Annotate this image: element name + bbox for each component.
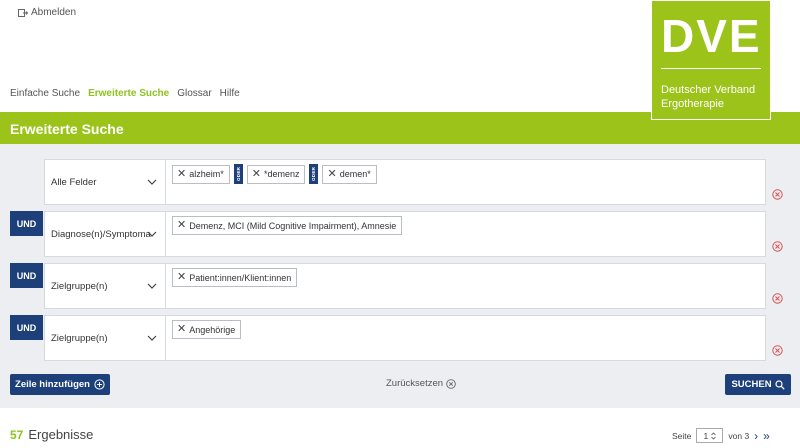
close-circle-icon [446,378,456,389]
search-tag[interactable]: ✕ Patient:innen/Klient:innen [172,268,298,287]
page-title: Erweiterte Suche [10,121,124,137]
tag-label: Angehörige [189,324,236,335]
stepper-icon [711,431,717,440]
main-nav: Einfache Suche Erweiterte Suche Glossar … [10,88,248,99]
search-tag[interactable]: ✕ demen* [322,164,377,184]
remove-row-icon[interactable] [772,241,783,252]
field-select[interactable]: Zielgruppe(n) [45,264,166,308]
nav-simple-search[interactable]: Einfache Suche [10,88,80,99]
logo-line-2: Ergotherapie [661,98,724,110]
nav-advanced-search[interactable]: Erweiterte Suche [88,88,169,99]
or-connector-badge: ODER [233,164,243,184]
close-icon[interactable]: ✕ [252,168,261,180]
results-number: 57 [10,428,24,442]
close-icon[interactable]: ✕ [177,220,186,231]
page-number-input[interactable]: 1 [696,428,724,443]
tag-label: demen* [339,169,371,179]
field-select-label: Diagnose(n)/Symptomatik [51,229,151,240]
remove-row-icon[interactable] [772,189,783,200]
tag-list: ✕ Patient:innen/Klient:innen [172,268,298,287]
search-icon [774,379,785,390]
and-operator-badge[interactable]: UND [10,211,43,236]
logout-icon [18,8,28,17]
add-row-button[interactable]: Zeile hinzufügen [10,374,110,395]
search-tag[interactable]: ✕ Demenz, MCI (Mild Cognitive Impairment)… [172,216,403,235]
remove-row-icon[interactable] [772,293,783,304]
field-select[interactable]: Alle Felder [45,160,166,204]
reset-label: Zurücksetzen [386,378,444,389]
last-page-icon[interactable]: » [763,429,770,443]
tag-label: alzheim* [189,169,224,179]
logo-divider [661,68,761,69]
query-row: Alle Felder ✕ alzheim* ODER ✕ *demenz ODER… [44,159,766,205]
nav-glossary[interactable]: Glossar [177,88,211,99]
query-row: Zielgruppe(n) ✕ Angehörige [44,315,766,361]
chevron-down-icon [147,231,157,237]
search-tag[interactable]: ✕ Angehörige [172,320,242,339]
chevron-down-icon [147,335,157,341]
chevron-down-icon [147,283,157,289]
close-icon[interactable]: ✕ [177,324,186,335]
page-total-label: von 3 [728,430,750,441]
tag-label: *demenz [263,169,300,179]
results-label: Ergebnisse [28,427,94,442]
and-operator-badge[interactable]: UND [10,315,43,340]
tag-label: Demenz, MCI (Mild Cognitive Impairment),… [189,220,397,231]
field-select-label: Alle Felder [51,177,97,188]
logo-line-1: Deutscher Verband [661,84,756,96]
close-icon[interactable]: ✕ [177,168,186,180]
tag-list: ✕ Angehörige [172,320,242,339]
field-select[interactable]: Zielgruppe(n) [45,316,166,360]
page-label: Seite [672,430,692,441]
close-icon[interactable]: ✕ [327,168,336,180]
plus-circle-icon [94,379,105,390]
remove-row-icon[interactable] [772,345,783,356]
search-tag[interactable]: ✕ alzheim* [172,164,230,184]
add-row-label: Zeile hinzufügen [15,379,90,390]
next-page-icon[interactable]: › [754,429,758,443]
logout-link[interactable]: Abmelden [18,7,76,18]
tag-label: Patient:innen/Klient:innen [189,272,292,283]
search-label: SUCHEN [731,379,772,390]
field-select-label: Zielgruppe(n) [51,333,108,344]
logo-mark: DVE [661,10,762,62]
nav-help[interactable]: Hilfe [220,88,240,99]
query-row: Zielgruppe(n) ✕ Patient:innen/Klient:inne… [44,263,766,309]
search-button[interactable]: SUCHEN [725,374,791,395]
tag-list: ✕ alzheim* ODER ✕ *demenz ODER ✕ demen* [172,164,377,184]
or-connector-badge: ODER [309,164,319,184]
chevron-down-icon [147,179,157,185]
query-row: Diagnose(n)/Symptomatik ✕ Demenz, MCI (Mi… [44,211,766,257]
search-tag[interactable]: ✕ *demenz [246,164,306,184]
results-count: 57 Ergebnisse [10,427,93,442]
and-operator-badge[interactable]: UND [10,263,43,288]
page-number-value: 1 [703,430,709,441]
field-select[interactable]: Diagnose(n)/Symptomatik [45,212,166,256]
close-icon[interactable]: ✕ [177,272,186,283]
tag-list: ✕ Demenz, MCI (Mild Cognitive Impairment)… [172,216,403,235]
field-select-label: Zielgruppe(n) [51,281,108,292]
logo-text: Deutscher Verband Ergotherapie [661,83,755,111]
logout-label: Abmelden [31,7,77,18]
pagination: Seite 1 von 3 › » [672,428,770,443]
dve-logo[interactable]: DVE Deutscher Verband Ergotherapie [651,0,771,120]
reset-button[interactable]: Zurücksetzen [386,378,456,389]
